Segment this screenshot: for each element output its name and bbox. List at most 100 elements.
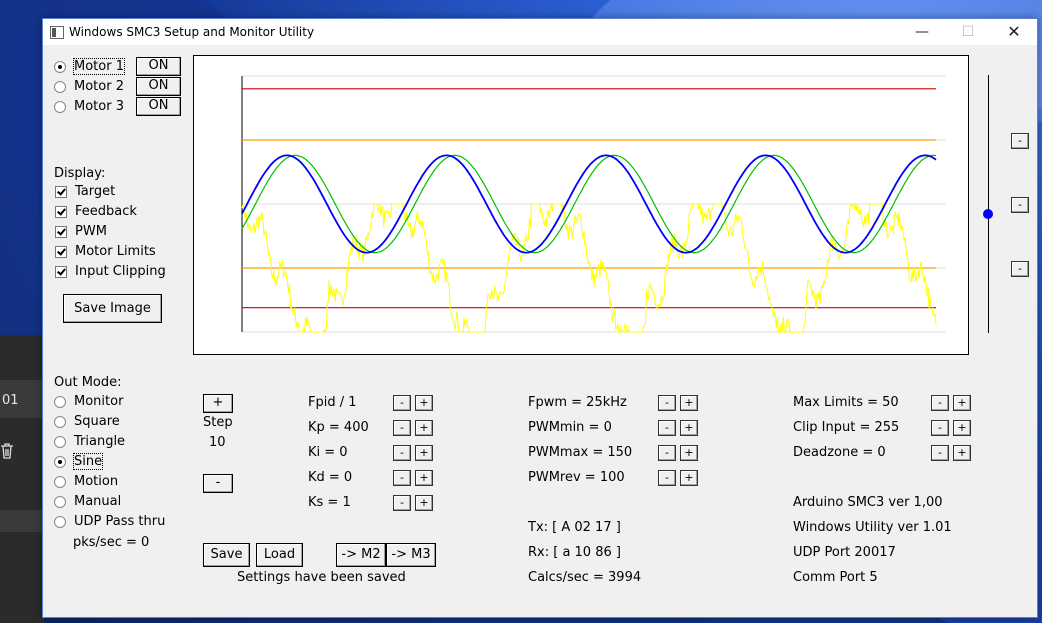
fpwm-minus-button[interactable]: - — [658, 395, 676, 411]
maximize-button[interactable]: ☐ — [945, 19, 991, 45]
deadzone-plus-button[interactable]: + — [953, 445, 971, 461]
mode-motion-radio[interactable]: Motion — [54, 474, 118, 489]
step-minus-button[interactable]: - — [203, 474, 233, 493]
settings-status: Settings have been saved — [237, 570, 406, 585]
pwmmin-plus-button[interactable]: + — [680, 420, 698, 436]
clip-input-minus-button[interactable]: - — [931, 420, 949, 436]
checkbox-box — [55, 265, 67, 278]
checkbox-box — [55, 225, 67, 238]
motor-3-on-button[interactable]: ON — [136, 97, 181, 116]
fpwm-plus-button[interactable]: + — [680, 395, 698, 411]
target-label: Target — [75, 184, 116, 199]
radio-circle — [54, 60, 66, 73]
max-limits-minus-button[interactable]: - — [931, 395, 949, 411]
comm-port: Comm Port 5 — [793, 570, 878, 585]
slider-minus-button-mid[interactable]: - — [1011, 197, 1029, 213]
input-clipping-checkbox[interactable]: Input Clipping — [55, 264, 166, 279]
close-button[interactable]: ✕ — [991, 19, 1037, 45]
mode-sine-label: Sine — [72, 453, 104, 470]
step-plus-button[interactable]: + — [203, 394, 233, 413]
mode-manual-radio[interactable]: Manual — [54, 494, 121, 509]
motor-3-radio[interactable]: Motor 3 — [54, 99, 124, 114]
kp-plus-button[interactable]: + — [415, 420, 433, 436]
radio-circle — [54, 475, 66, 488]
pwmmax-minus-button[interactable]: - — [658, 445, 676, 461]
kd-plus-button[interactable]: + — [415, 470, 433, 486]
radio-circle — [54, 455, 66, 468]
pks-per-sec: pks/sec = 0 — [73, 535, 150, 550]
pwmrev-minus-button[interactable]: - — [658, 470, 676, 486]
slider-track — [988, 75, 989, 333]
ki-minus-button[interactable]: - — [393, 445, 411, 461]
slider-minus-button-top[interactable]: - — [1011, 133, 1029, 149]
motor-2-radio[interactable]: Motor 2 — [54, 79, 124, 94]
window-title: Windows SMC3 Setup and Monitor Utility — [69, 25, 315, 39]
motor-limits-label: Motor Limits — [75, 244, 156, 259]
mode-monitor-radio[interactable]: Monitor — [54, 394, 123, 409]
motor-2-on-button[interactable]: ON — [136, 77, 181, 96]
pwmrev-plus-button[interactable]: + — [680, 470, 698, 486]
display-heading: Display: — [54, 166, 106, 181]
mode-square-label: Square — [74, 414, 120, 429]
target-checkbox[interactable]: Target — [55, 184, 115, 199]
motor-3-label: Motor 3 — [74, 99, 124, 114]
mode-udp-radio[interactable]: UDP Pass thru — [54, 514, 165, 529]
load-button[interactable]: Load — [256, 543, 303, 567]
ki-plus-button[interactable]: + — [415, 445, 433, 461]
trash-icon — [1, 443, 13, 459]
fpid-label: Fpid / 1 — [308, 395, 357, 410]
fpwm-label: Fpwm = 25kHz — [528, 395, 627, 410]
vertical-slider[interactable] — [983, 75, 995, 335]
mode-udp-label: UDP Pass thru — [74, 514, 166, 529]
mode-motion-label: Motion — [74, 474, 119, 489]
slider-thumb[interactable] — [983, 209, 993, 220]
save-image-button[interactable]: Save Image — [63, 294, 162, 323]
mode-sine-radio[interactable]: Sine — [54, 453, 104, 470]
pwm-checkbox[interactable]: PWM — [55, 224, 107, 239]
monitor-plot — [193, 55, 969, 355]
background-app-panel — [0, 335, 44, 623]
step-label: Step — [203, 415, 233, 430]
clip-input-plus-button[interactable]: + — [953, 420, 971, 436]
max-limits-label: Max Limits = 50 — [793, 395, 899, 410]
ks-label: Ks = 1 — [308, 495, 351, 510]
input-clipping-label: Input Clipping — [75, 264, 166, 279]
pwmmin-minus-button[interactable]: - — [658, 420, 676, 436]
ks-minus-button[interactable]: - — [393, 495, 411, 511]
deadzone-minus-button[interactable]: - — [931, 445, 949, 461]
out-mode-heading: Out Mode: — [54, 375, 122, 390]
radio-circle — [54, 495, 66, 508]
mode-manual-label: Manual — [74, 494, 122, 509]
radio-circle — [54, 415, 66, 428]
app-window: Windows SMC3 Setup and Monitor Utility —… — [42, 18, 1038, 618]
kp-minus-button[interactable]: - — [393, 420, 411, 436]
pwmmax-label: PWMmax = 150 — [528, 445, 633, 460]
mode-square-radio[interactable]: Square — [54, 414, 120, 429]
feedback-checkbox[interactable]: Feedback — [55, 204, 137, 219]
motor-limits-checkbox[interactable]: Motor Limits — [55, 244, 156, 259]
minimize-button[interactable]: — — [899, 19, 945, 45]
mode-triangle-radio[interactable]: Triangle — [54, 434, 125, 449]
copy-to-m3-button[interactable]: -> M3 — [386, 543, 436, 567]
save-button[interactable]: Save — [203, 543, 250, 567]
motor-1-label: Motor 1 — [73, 58, 125, 75]
kd-minus-button[interactable]: - — [393, 470, 411, 486]
calcs-per-sec: Calcs/sec = 3994 — [528, 570, 642, 585]
title-bar[interactable]: Windows SMC3 Setup and Monitor Utility —… — [43, 19, 1037, 45]
slider-minus-button-bottom[interactable]: - — [1011, 261, 1029, 277]
fpid-minus-button[interactable]: - — [393, 395, 411, 411]
motor-1-on-button[interactable]: ON — [136, 57, 181, 76]
deadzone-label: Deadzone = 0 — [793, 445, 886, 460]
tx-status: Tx: [ A 02 17 ] — [528, 520, 621, 535]
fpid-plus-button[interactable]: + — [415, 395, 433, 411]
radio-circle — [54, 80, 66, 93]
copy-to-m2-button[interactable]: -> M2 — [336, 543, 386, 567]
ks-plus-button[interactable]: + — [415, 495, 433, 511]
pwmmin-label: PWMmin = 0 — [528, 420, 612, 435]
background-text: 01 — [2, 393, 19, 408]
arduino-version: Arduino SMC3 ver 1,00 — [793, 495, 943, 510]
pwmmax-plus-button[interactable]: + — [680, 445, 698, 461]
motor-1-radio[interactable]: Motor 1 — [54, 58, 125, 75]
plot-grid — [242, 75, 946, 333]
max-limits-plus-button[interactable]: + — [953, 395, 971, 411]
